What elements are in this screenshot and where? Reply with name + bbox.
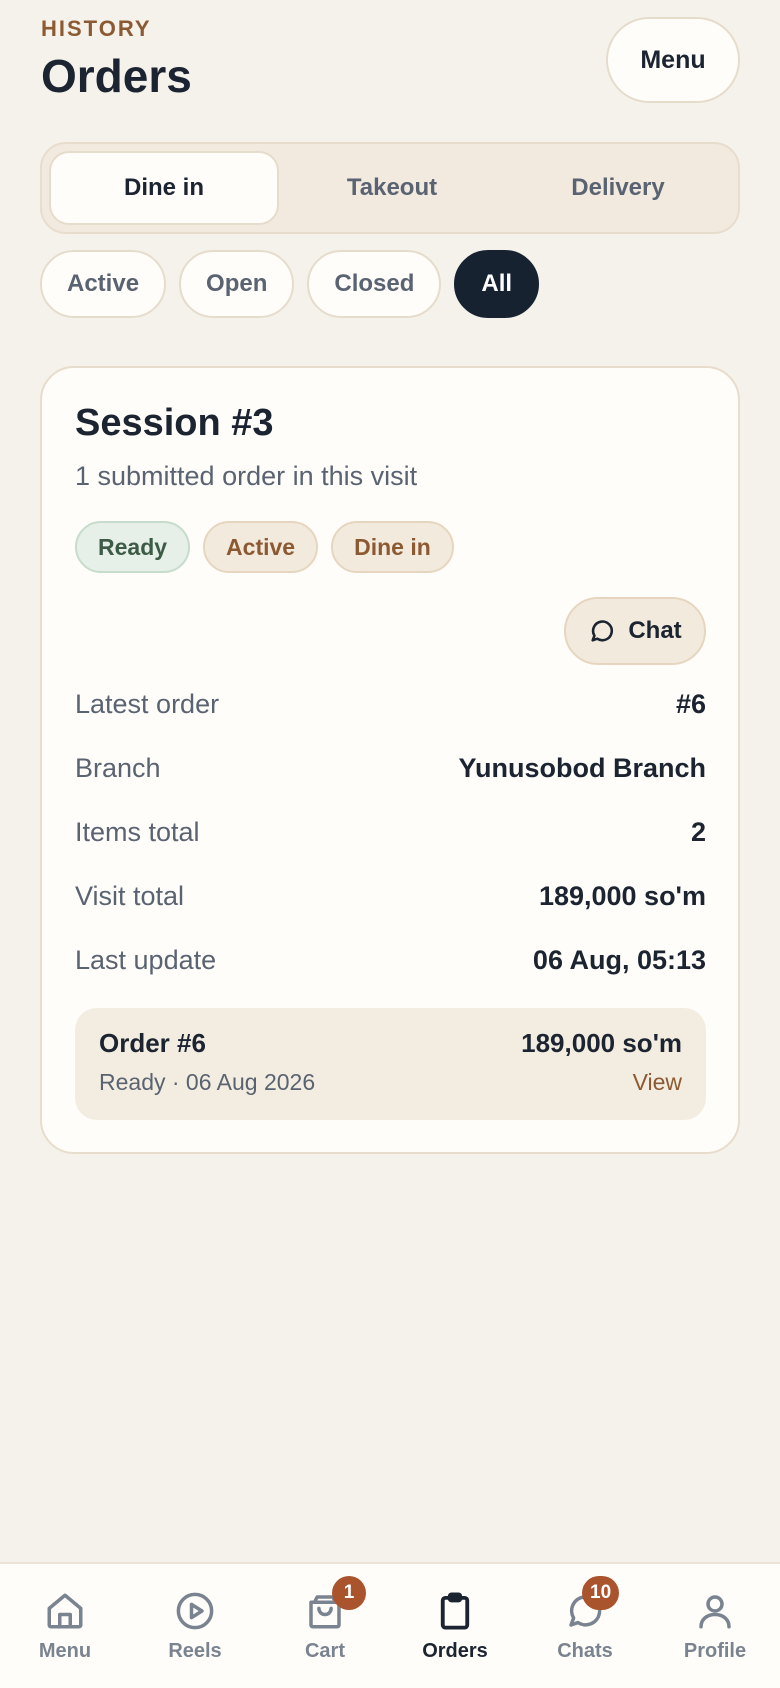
person-icon	[699, 1595, 731, 1629]
detail-value: 2	[690, 816, 706, 847]
session-title: Session #3	[75, 402, 274, 444]
detail-label: Items total	[75, 816, 200, 847]
detail-label: Visit total	[75, 880, 185, 911]
detail-label: Branch	[75, 752, 161, 783]
session-card: Session #3 1 submitted order in this vis…	[40, 366, 740, 1154]
nav-item-menu[interactable]: Menu	[0, 1564, 130, 1688]
detail-label: Last update	[75, 944, 217, 975]
filter-all[interactable]: All	[454, 250, 540, 318]
cart-count-badge: 1	[332, 1576, 366, 1610]
nav-label: Cart	[304, 1640, 345, 1662]
detail-row-latest-order: Latest order #6	[75, 672, 706, 736]
detail-value: 06 Aug, 05:13	[532, 944, 706, 975]
tab-dine-in[interactable]: Dine in	[49, 151, 279, 225]
order-type-tabs: Dine in Takeout Delivery	[40, 142, 740, 234]
nav-label: Orders	[422, 1640, 488, 1662]
nav-item-chats[interactable]: Chats 10	[520, 1564, 650, 1688]
type-badge-dine-in: Dine in	[331, 521, 454, 573]
session-details: Latest order #6 Branch Yunusobod Branch …	[75, 672, 706, 992]
chat-icon	[591, 620, 614, 642]
detail-row-branch: Branch Yunusobod Branch	[75, 736, 706, 800]
clipboard-icon	[440, 1592, 470, 1630]
filter-closed[interactable]: Closed	[307, 250, 442, 318]
tab-delivery[interactable]: Delivery	[505, 151, 731, 225]
nav-label: Reels	[168, 1640, 222, 1662]
order-meta: Ready · 06 Aug 2026	[99, 1069, 316, 1095]
detail-label: Latest order	[75, 688, 220, 719]
chats-count-badge: 10	[582, 1576, 620, 1610]
session-badges: Ready Active Dine in	[75, 521, 454, 573]
order-title: Order #6	[99, 1028, 206, 1058]
menu-button[interactable]: Menu	[606, 17, 740, 103]
order-view-link[interactable]: View	[633, 1069, 682, 1096]
home-icon	[47, 1593, 83, 1629]
order-amount: 189,000 so'm	[521, 1028, 682, 1058]
detail-value: Yunusobod Branch	[458, 752, 706, 783]
nav-label: Profile	[683, 1640, 747, 1662]
nav-item-orders[interactable]: Orders	[390, 1564, 520, 1688]
order-summary[interactable]: Order #6 189,000 so'm Ready · 06 Aug 202…	[75, 1008, 706, 1120]
chat-button-label: Chat	[628, 617, 682, 644]
play-icon	[176, 1592, 214, 1630]
nav-label: Menu	[38, 1640, 92, 1662]
nav-item-profile[interactable]: Profile	[650, 1564, 780, 1688]
page-header: HISTORY Orders Menu	[41, 16, 740, 106]
chat-button[interactable]: Chat	[564, 597, 706, 665]
session-subtitle: 1 submitted order in this visit	[75, 461, 418, 491]
status-badge-ready: Ready	[75, 521, 191, 573]
tab-takeout[interactable]: Takeout	[279, 151, 505, 225]
detail-row-items-total: Items total 2	[75, 800, 706, 864]
nav-item-reels[interactable]: Reels	[130, 1564, 260, 1688]
detail-value: #6	[675, 688, 706, 719]
status-badge-active: Active	[203, 521, 319, 573]
status-filters: Active Open Closed All	[40, 250, 540, 318]
filter-open[interactable]: Open	[179, 250, 295, 318]
nav-item-cart[interactable]: Cart 1	[260, 1564, 390, 1688]
detail-row-last-update: Last update 06 Aug, 05:13	[75, 928, 706, 992]
bottom-nav: Menu Reels Cart 1 Orders Chats 10 Profil…	[0, 1562, 780, 1688]
nav-label: Chats	[557, 1640, 613, 1662]
filter-active[interactable]: Active	[40, 250, 167, 318]
detail-row-visit-total: Visit total 189,000 so'm	[75, 864, 706, 928]
detail-value: 189,000 so'm	[538, 880, 706, 911]
